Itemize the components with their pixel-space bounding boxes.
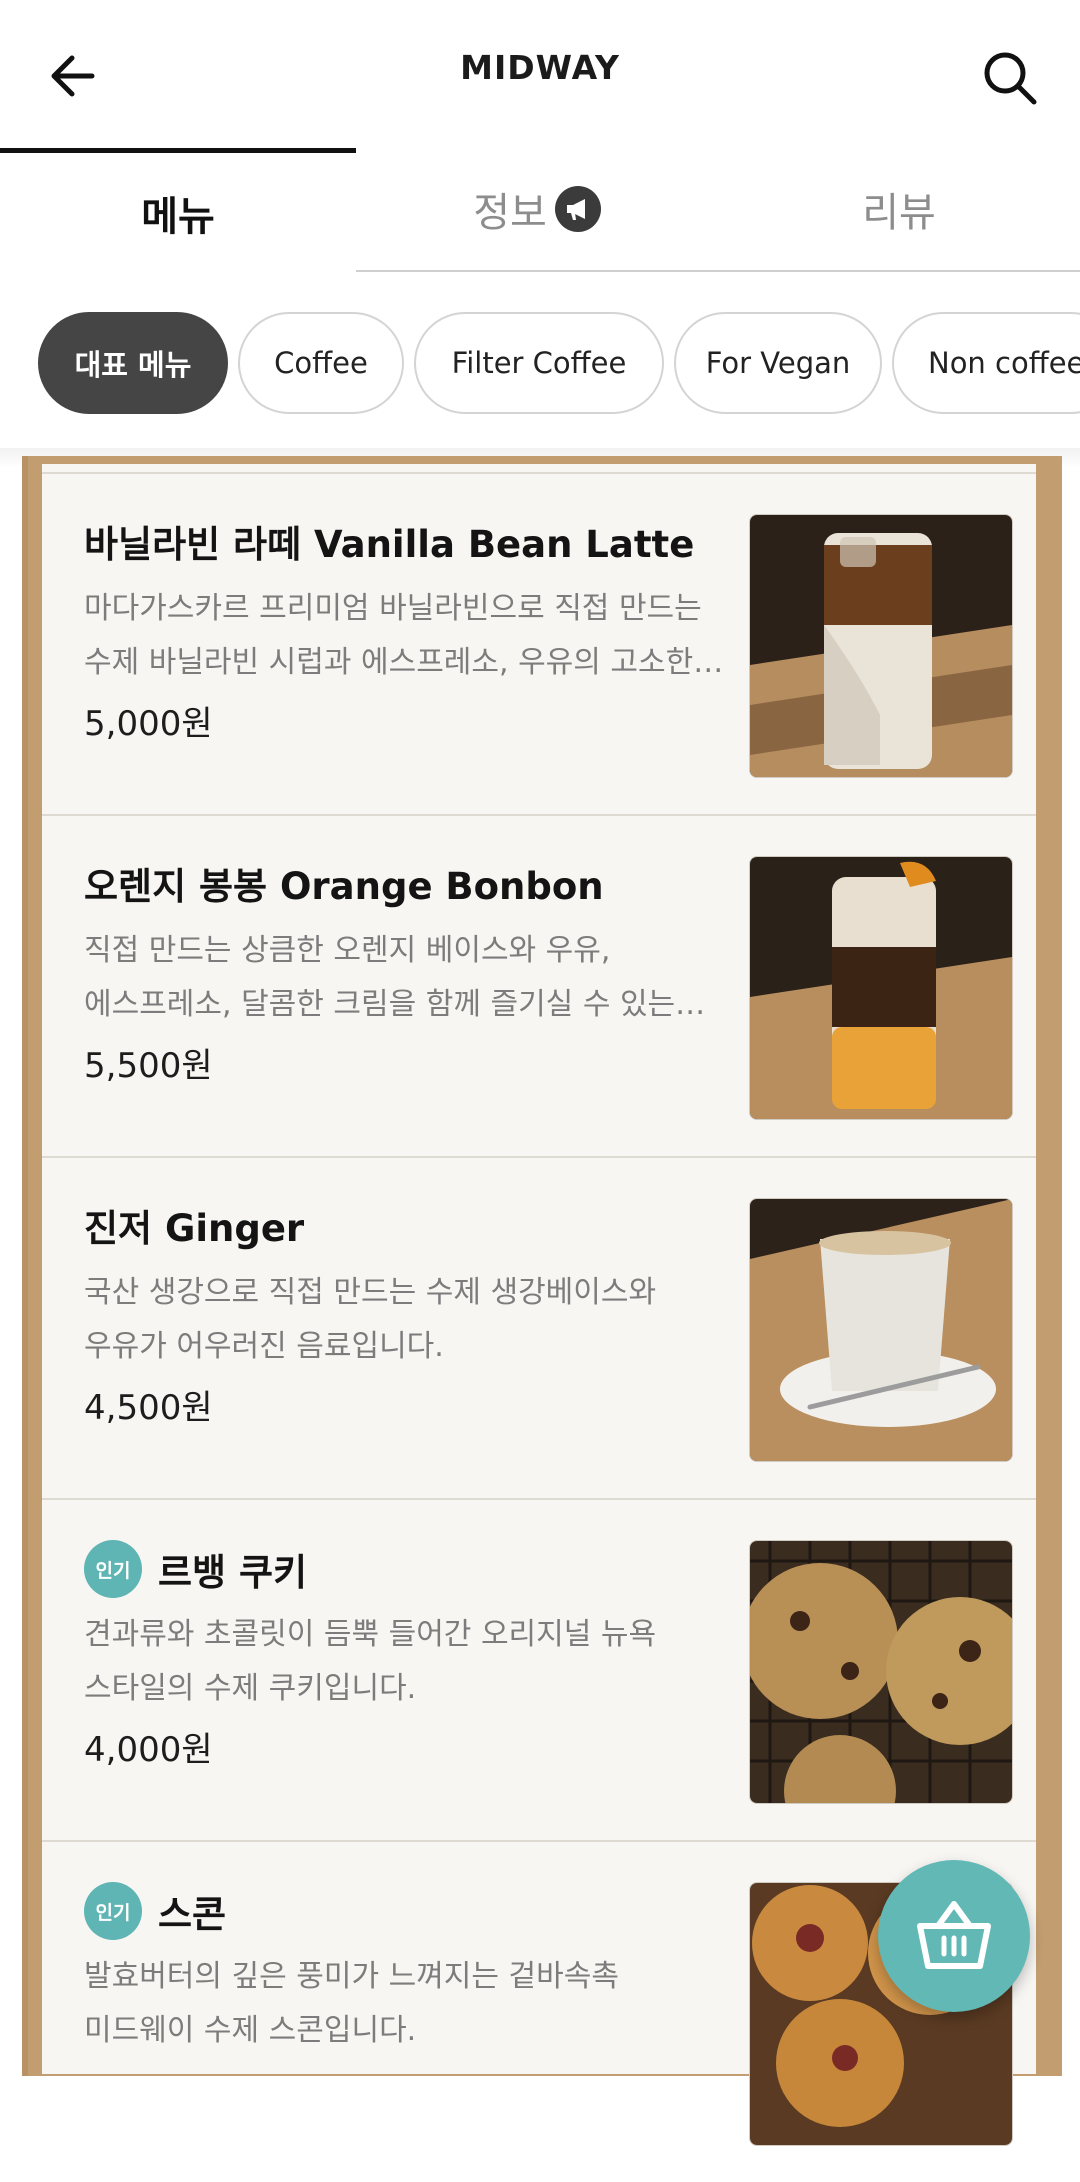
tab-menu-label: 메뉴 (141, 193, 215, 240)
chip-label: Non coffee (928, 346, 1080, 380)
chip-label: 대표 메뉴 (74, 348, 192, 382)
chip-for-vegan[interactable]: For Vegan (674, 312, 882, 414)
popular-badge: 인기 (84, 1882, 142, 1940)
menu-item-price: 5,000원 (84, 704, 213, 744)
search-button[interactable] (978, 46, 1042, 110)
menu-item-price: 4,000원 (84, 1730, 213, 1770)
menu-item-description: 발효버터의 깊은 풍미가 느껴지는 겉바속촉 미드웨이 수제 스콘입니다. (84, 1959, 619, 2048)
chip-non-coffee[interactable]: Non coffee (892, 312, 1080, 414)
menu-item-ginger[interactable]: 진저 Ginger 국산 생강으로 직접 만드는 수제 생강베이스와 우유가 어… (42, 1156, 1036, 1498)
menu-item-levain-cookie[interactable]: 인기 르뱅 쿠키 견과류와 초콜릿이 듬뿍 들어간 오리지널 뉴욕 스타일의 수… (42, 1498, 1036, 1840)
menu-item-name: 바닐라빈 라떼 Vanilla Bean Latte (84, 523, 695, 566)
chip-label: For Vegan (705, 346, 851, 380)
chip-label: Coffee (274, 346, 368, 380)
category-chips: 대표 메뉴 Coffee Filter Coffee For Vegan Non… (0, 312, 1080, 418)
menu-item-description: 마다가스카르 프리미엄 바닐라빈으로 직접 만드는 수제 바닐라빈 시럽과 에스… (84, 591, 724, 680)
menu-item-price: 4,500원 (84, 1388, 213, 1428)
menu-item-vanilla-bean-latte[interactable]: 바닐라빈 라떼 Vanilla Bean Latte 마다가스카르 프리미엄 바… (42, 472, 1036, 814)
menu-item-photo (749, 514, 1013, 778)
tab-info-label: 정보 (473, 190, 547, 236)
menu-board: 바닐라빈 라떼 Vanilla Bean Latte 마다가스카르 프리미엄 바… (22, 456, 1062, 2146)
basket-icon (917, 1901, 991, 1969)
menu-item-description: 견과류와 초콜릿이 듬뿍 들어간 오리지널 뉴욕 스타일의 수제 쿠키입니다. (84, 1617, 657, 1706)
menu-item-name: 오렌지 봉봉 Orange Bonbon (84, 865, 604, 908)
menu-item-name: 진저 Ginger (84, 1207, 305, 1250)
menu-list: 바닐라빈 라떼 Vanilla Bean Latte 마다가스카르 프리미엄 바… (42, 464, 1036, 2146)
menu-item-photo (749, 856, 1013, 1120)
search-icon (984, 52, 1037, 105)
chip-coffee[interactable]: Coffee (238, 312, 404, 414)
menu-item-name: 인기 르뱅 쿠키 (84, 1540, 307, 1598)
menu-item-photo (749, 1198, 1013, 1462)
menu-item-orange-bonbon[interactable]: 오렌지 봉봉 Orange Bonbon 직접 만드는 상큼한 오렌지 베이스와… (42, 814, 1036, 1156)
tab-reviews[interactable]: 리뷰 (718, 148, 1080, 272)
app-header: MIDWAY (0, 0, 1080, 148)
menu-item-description: 국산 생강으로 직접 만드는 수제 생강베이스와 우유가 어우러진 음료입니다. (84, 1275, 657, 1364)
menu-item-price: 5,500원 (84, 1046, 213, 1086)
menu-item-scone[interactable]: 인기 스콘 발효버터의 깊은 풍미가 느껴지는 겉바속촉 미드웨이 수제 스콘입… (42, 1840, 1036, 2182)
cart-button[interactable] (878, 1860, 1030, 2012)
tab-info[interactable]: 정보 (356, 148, 718, 272)
store-tabs: 메뉴 정보 리뷰 (0, 148, 1080, 274)
menu-item-name: 인기 스콘 (84, 1882, 226, 1940)
menu-item-photo (749, 1540, 1013, 1804)
chip-label: Filter Coffee (451, 346, 627, 380)
menu-item-description: 직접 만드는 상큼한 오렌지 베이스와 우유, 에스프레소, 달콤한 크림을 함… (84, 933, 706, 1022)
tab-reviews-label: 리뷰 (862, 190, 936, 236)
page-title: MIDWAY (460, 48, 620, 87)
chip-filter-coffee[interactable]: Filter Coffee (414, 312, 664, 414)
tab-menu[interactable]: 메뉴 (0, 148, 358, 272)
popular-badge: 인기 (84, 1540, 142, 1598)
chip-signature-menu[interactable]: 대표 메뉴 (38, 312, 228, 414)
megaphone-icon (554, 186, 601, 232)
